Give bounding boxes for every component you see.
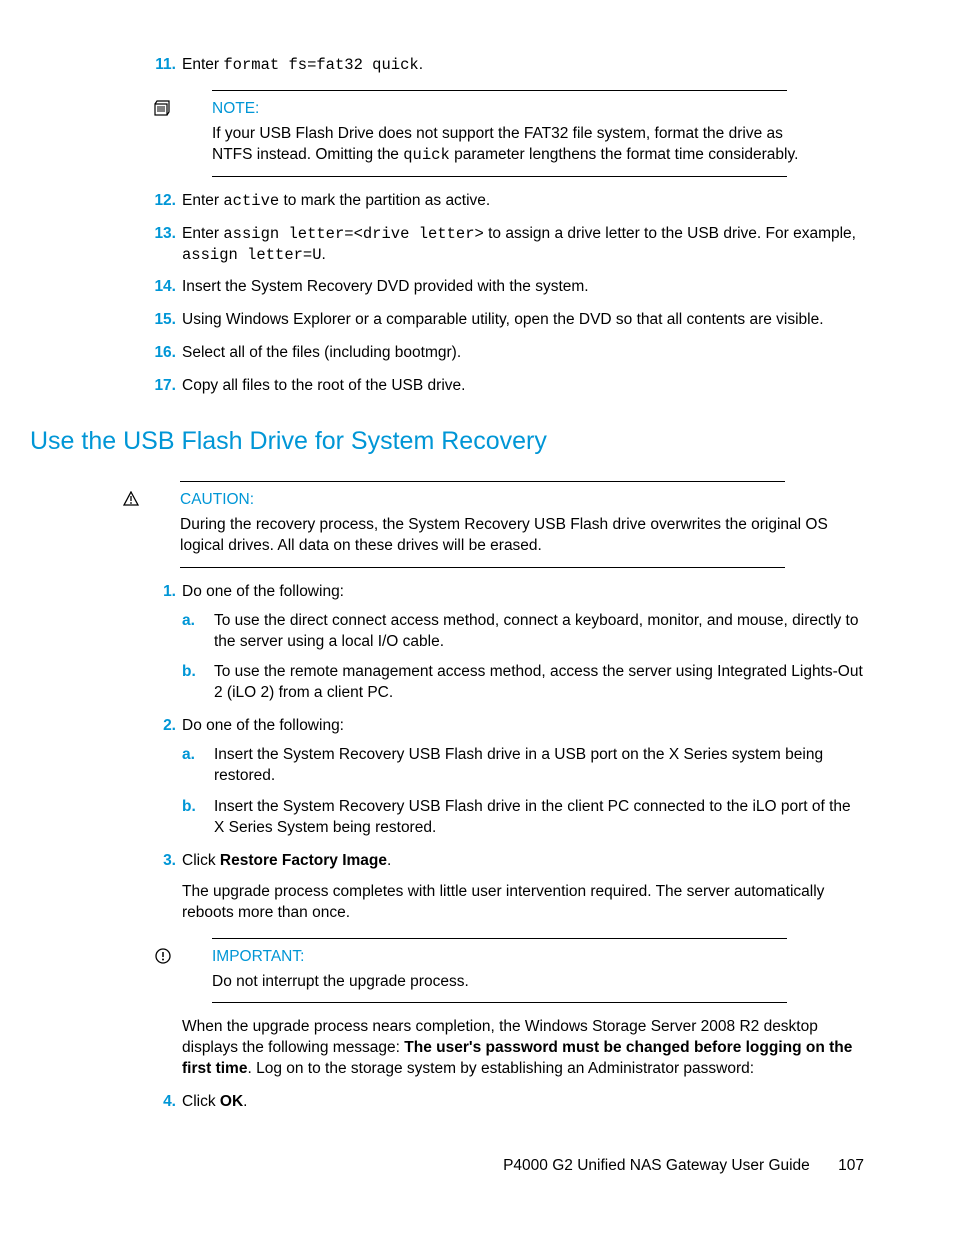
step-text-suffix: . bbox=[322, 246, 326, 263]
step-1: 1. Do one of the following: a. To use th… bbox=[150, 582, 864, 705]
caution-body: During the recovery process, the System … bbox=[180, 515, 844, 557]
step-paragraph: The upgrade process completes with littl… bbox=[182, 882, 864, 924]
step-code: assign letter=<drive letter> bbox=[223, 225, 483, 243]
ordered-list-bottom: 1. Do one of the following: a. To use th… bbox=[150, 582, 864, 924]
substep-text: Insert the System Recovery USB Flash dri… bbox=[214, 798, 851, 836]
caution-icon bbox=[120, 491, 142, 514]
step-12: 12. Enter active to mark the partition a… bbox=[150, 191, 864, 212]
note-body-post: parameter lengthens the format time cons… bbox=[450, 146, 799, 163]
step-number: 17. bbox=[150, 376, 176, 397]
rule bbox=[212, 1002, 787, 1003]
para-post: . Log on to the storage system by establ… bbox=[247, 1060, 754, 1077]
step-number: 3. bbox=[150, 851, 176, 872]
important-heading: IMPORTANT: bbox=[212, 947, 864, 968]
note-icon bbox=[152, 100, 174, 123]
step-text: Select all of the files (including bootm… bbox=[182, 344, 461, 361]
bottom-section-container: CAUTION: During the recovery process, th… bbox=[150, 481, 864, 1113]
step-text-prefix: Click bbox=[182, 852, 220, 869]
substeps: a. Insert the System Recovery USB Flash … bbox=[182, 745, 864, 839]
footer-title: P4000 G2 Unified NAS Gateway User Guide bbox=[503, 1157, 810, 1174]
step-text-prefix: Enter bbox=[182, 56, 223, 73]
step-text-mid: to assign a drive letter to the USB driv… bbox=[484, 225, 856, 242]
step-text: Using Windows Explorer or a comparable u… bbox=[182, 311, 824, 328]
step-code: active bbox=[223, 192, 279, 210]
rule bbox=[212, 176, 787, 177]
step-14: 14. Insert the System Recovery DVD provi… bbox=[150, 277, 864, 298]
page: 11. Enter format fs=fat32 quick. NOTE: I… bbox=[0, 0, 954, 1235]
substep-text: To use the remote management access meth… bbox=[214, 663, 863, 701]
substep-b: b. Insert the System Recovery USB Flash … bbox=[182, 797, 864, 839]
substep-a: a. To use the direct connect access meth… bbox=[182, 611, 864, 653]
step-text-prefix: Enter bbox=[182, 192, 223, 209]
step-number: 12. bbox=[150, 191, 176, 212]
step-4: 4. Click OK. bbox=[150, 1092, 864, 1113]
step-text-suffix: to mark the partition as active. bbox=[279, 192, 490, 209]
step-2: 2. Do one of the following: a. Insert th… bbox=[150, 716, 864, 839]
page-number: 107 bbox=[838, 1156, 864, 1177]
rule bbox=[212, 90, 787, 91]
step-text-suffix: . bbox=[387, 852, 391, 869]
step-text-suffix: . bbox=[419, 56, 423, 73]
step-number: 11. bbox=[150, 55, 176, 76]
step-text-suffix: . bbox=[243, 1093, 247, 1110]
substeps: a. To use the direct connect access meth… bbox=[182, 611, 864, 705]
caution-block: CAUTION: During the recovery process, th… bbox=[150, 481, 864, 568]
step-number: 14. bbox=[150, 277, 176, 298]
step-text-prefix: Click bbox=[182, 1093, 220, 1110]
step-number: 4. bbox=[150, 1092, 176, 1113]
note-body: If your USB Flash Drive does not support… bbox=[212, 124, 814, 166]
step-3: 3. Click Restore Factory Image. The upgr… bbox=[150, 851, 864, 924]
step-11: 11. Enter format fs=fat32 quick. bbox=[150, 55, 864, 76]
step-text-bold: OK bbox=[220, 1093, 243, 1110]
step-code: format fs=fat32 quick bbox=[223, 56, 418, 74]
step-number: 13. bbox=[150, 224, 176, 245]
step-text-prefix: Enter bbox=[182, 225, 223, 242]
step-17: 17. Copy all files to the root of the US… bbox=[150, 376, 864, 397]
step-code: assign letter=U bbox=[182, 246, 322, 264]
caution-heading: CAUTION: bbox=[180, 490, 864, 511]
important-icon bbox=[152, 948, 174, 971]
ordered-list-top-cont: 12. Enter active to mark the partition a… bbox=[150, 191, 864, 397]
substep-letter: b. bbox=[182, 797, 204, 818]
top-steps-container: 11. Enter format fs=fat32 quick. NOTE: I… bbox=[150, 55, 864, 397]
step-number: 1. bbox=[150, 582, 176, 603]
page-footer: P4000 G2 Unified NAS Gateway User Guide … bbox=[503, 1156, 864, 1177]
step-text: Do one of the following: bbox=[182, 583, 344, 600]
note-heading: NOTE: bbox=[212, 99, 864, 120]
rule bbox=[212, 938, 787, 939]
substep-b: b. To use the remote management access m… bbox=[182, 662, 864, 704]
rule bbox=[180, 567, 785, 568]
substep-text: Insert the System Recovery USB Flash dri… bbox=[214, 746, 823, 784]
step-15: 15. Using Windows Explorer or a comparab… bbox=[150, 310, 864, 331]
step-number: 16. bbox=[150, 343, 176, 364]
rule bbox=[180, 481, 785, 482]
substep-a: a. Insert the System Recovery USB Flash … bbox=[182, 745, 864, 787]
step-text: Insert the System Recovery DVD provided … bbox=[182, 278, 589, 295]
substep-text: To use the direct connect access method,… bbox=[214, 612, 858, 650]
substep-letter: a. bbox=[182, 745, 204, 766]
substep-letter: b. bbox=[182, 662, 204, 683]
note-body-code: quick bbox=[403, 146, 450, 164]
important-block: IMPORTANT: Do not interrupt the upgrade … bbox=[182, 938, 864, 1004]
after-important-paragraph: When the upgrade process nears completio… bbox=[182, 1017, 864, 1080]
section-heading: Use the USB Flash Drive for System Recov… bbox=[30, 425, 864, 459]
step-text-bold: Restore Factory Image bbox=[220, 852, 387, 869]
ordered-list-top: 11. Enter format fs=fat32 quick. bbox=[150, 55, 864, 76]
step-number: 2. bbox=[150, 716, 176, 737]
ordered-list-bottom-cont: 4. Click OK. bbox=[150, 1092, 864, 1113]
substep-letter: a. bbox=[182, 611, 204, 632]
step-number: 15. bbox=[150, 310, 176, 331]
important-body: Do not interrupt the upgrade process. bbox=[212, 972, 814, 993]
step-13: 13. Enter assign letter=<drive letter> t… bbox=[150, 224, 864, 266]
step-16: 16. Select all of the files (including b… bbox=[150, 343, 864, 364]
step-text: Copy all files to the root of the USB dr… bbox=[182, 377, 465, 394]
note-block: NOTE: If your USB Flash Drive does not s… bbox=[182, 90, 864, 177]
step-text: Do one of the following: bbox=[182, 717, 344, 734]
